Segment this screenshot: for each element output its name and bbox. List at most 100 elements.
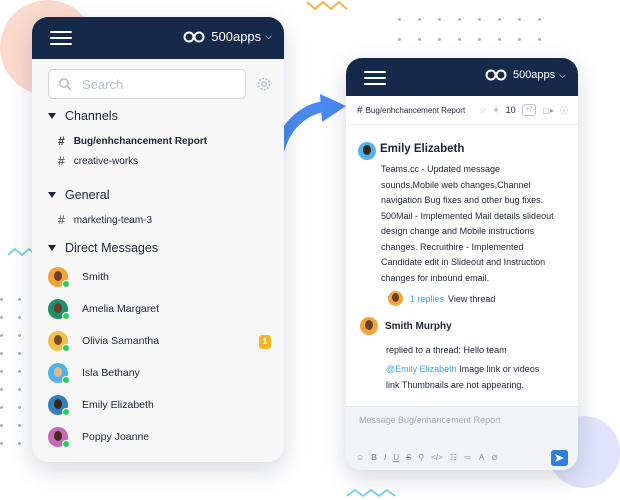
- hash-icon: #: [58, 134, 65, 148]
- decor-dot: [498, 38, 501, 41]
- search-box[interactable]: [48, 69, 246, 99]
- message-line: Teams.cc - Updated message: [381, 164, 501, 174]
- section-channels[interactable]: Channels: [48, 109, 118, 123]
- chevron-down-icon: ⌵: [559, 69, 566, 80]
- dm-item-smith[interactable]: Smith: [48, 267, 109, 288]
- channel-item-marketing-team-3[interactable]: # marketing-team-3: [58, 213, 152, 227]
- ordered-list-icon[interactable]: ☷: [450, 453, 457, 462]
- decor-dot: [0, 370, 3, 373]
- hamburger-menu-icon[interactable]: [50, 31, 72, 45]
- decor-dot: [478, 38, 481, 41]
- strikethrough-icon[interactable]: S: [406, 453, 411, 462]
- section-direct-messages[interactable]: Direct Messages: [48, 241, 158, 255]
- decor-dot: [538, 18, 541, 21]
- online-status-icon: [62, 440, 70, 448]
- decor-dot: [0, 352, 3, 355]
- view-thread-link[interactable]: View thread: [448, 294, 495, 304]
- bullet-list-icon[interactable]: ≔: [464, 453, 472, 462]
- bold-icon[interactable]: B: [371, 453, 377, 462]
- decor-dot: [0, 334, 3, 337]
- section-direct-label: Direct Messages: [65, 241, 159, 255]
- compose-placeholder[interactable]: Message Bug/enhancement Report: [359, 415, 501, 425]
- add-member-tag[interactable]: +7: [521, 104, 537, 116]
- section-general-label: General: [65, 188, 110, 202]
- channel-item-creative-works[interactable]: # creative-works: [58, 154, 138, 168]
- avatar: [48, 427, 70, 448]
- text-color-icon[interactable]: A: [479, 453, 484, 462]
- online-status-icon: [62, 408, 70, 416]
- caret-down-icon: [48, 113, 56, 119]
- channel-label: creative-works: [73, 155, 139, 167]
- avatar: [48, 331, 70, 352]
- hamburger-menu-icon[interactable]: [364, 71, 386, 85]
- message-composer[interactable]: Message Bug/enhancement Report ☺ B I U S…: [346, 406, 578, 470]
- avatar: [388, 291, 403, 306]
- avatar: [48, 395, 70, 416]
- right-topbar: 500apps ⌵: [346, 58, 578, 96]
- message-reply-line: replied to a thread: Hello team: [386, 345, 507, 355]
- message-line: design change and Mobile instructions: [381, 226, 535, 236]
- dm-label: Isla Bethany: [82, 367, 140, 379]
- decor-dot: [18, 442, 21, 445]
- message-author: Emily Elizabeth: [380, 143, 465, 155]
- message-line: changes for inbound email.: [381, 272, 490, 283]
- dm-item-poppy-joanne[interactable]: Poppy Joanne: [48, 427, 149, 448]
- decor-dot: [18, 298, 21, 301]
- online-status-icon: [62, 376, 70, 384]
- chevron-down-icon: ⌵: [265, 31, 272, 41]
- message-text: Image link or videos: [456, 364, 540, 374]
- info-icon[interactable]: ⓘ: [560, 105, 568, 116]
- message-line: navigation Bug fixes and other bug fixes…: [381, 195, 544, 205]
- decor-dot: [438, 38, 441, 41]
- brand-name: 500apps: [211, 29, 262, 44]
- dm-item-olivia-samantha[interactable]: Olivia Samantha: [48, 331, 159, 352]
- decor-dot: [18, 406, 21, 409]
- channel-item-bug-report[interactable]: # Bug/enhchancement Report: [58, 134, 207, 148]
- message-line: Candidate edit in Slideout and Instructi…: [381, 257, 546, 267]
- hash-icon: #: [357, 104, 363, 116]
- caret-down-icon: [48, 192, 56, 198]
- format-toolbar: ☺ B I U S ⚲ </> ☷ ≔ A ⊘: [356, 453, 498, 462]
- brand-switcher[interactable]: 500apps ⌵: [485, 69, 566, 81]
- decor-dot: [18, 388, 21, 391]
- section-channels-label: Channels: [65, 109, 118, 123]
- video-call-icon[interactable]: ▢▸: [542, 106, 554, 115]
- dm-item-emily-elizabeth[interactable]: Emily Elizabeth: [48, 395, 154, 416]
- message-author: Smith Murphy: [385, 321, 452, 332]
- emoji-icon[interactable]: ☺: [356, 453, 364, 462]
- channel-title: Bug/enhchancement Report: [365, 105, 466, 115]
- attach-icon[interactable]: ⊘: [491, 453, 498, 462]
- brand-name: 500apps: [512, 69, 556, 81]
- decor-dot: [0, 424, 3, 427]
- link-icon[interactable]: ⚲: [418, 453, 424, 462]
- message-body: @Emily Elizabeth Image link or videos li…: [386, 362, 539, 393]
- message-line: 500Mail - Implemented Mail details slide…: [381, 210, 554, 221]
- decor-dot: [18, 316, 21, 319]
- decor-wave-bottom: [346, 488, 396, 498]
- italic-icon[interactable]: I: [384, 453, 386, 462]
- decor-dot: [0, 298, 3, 301]
- section-general[interactable]: General: [48, 188, 109, 202]
- star-icon[interactable]: ☆: [479, 106, 486, 115]
- online-status-icon: [62, 312, 70, 320]
- channel-label: marketing-team-3: [73, 214, 153, 226]
- caret-down-icon: [48, 245, 56, 251]
- message-body: Teams.cc - Updated message sounds,Mobile…: [381, 162, 554, 286]
- channel-list-panel: 500apps ⌵ Channels # Bug/enhchancement R…: [32, 17, 284, 462]
- thread-replies[interactable]: 1 replies View thread: [388, 291, 495, 306]
- gear-icon[interactable]: [255, 75, 273, 93]
- mention-link[interactable]: @Emily Elizabeth: [386, 364, 457, 374]
- avatar: [358, 142, 376, 160]
- decor-dot: [418, 38, 421, 41]
- underline-icon[interactable]: U: [393, 453, 399, 462]
- replies-link[interactable]: 1 replies: [410, 294, 444, 304]
- brand-switcher[interactable]: 500apps ⌵: [183, 29, 272, 44]
- message-line: changes. Recruithire - Implemented: [381, 241, 524, 252]
- send-button[interactable]: [551, 450, 568, 466]
- decor-dot: [498, 18, 501, 21]
- code-icon[interactable]: </>: [431, 453, 443, 462]
- search-input[interactable]: [80, 75, 234, 93]
- dm-item-isla-bethany[interactable]: Isla Bethany: [48, 363, 140, 384]
- dm-item-amelia-margaret[interactable]: Amelia Margaret: [48, 299, 159, 320]
- members-icon[interactable]: ⚘: [492, 106, 499, 115]
